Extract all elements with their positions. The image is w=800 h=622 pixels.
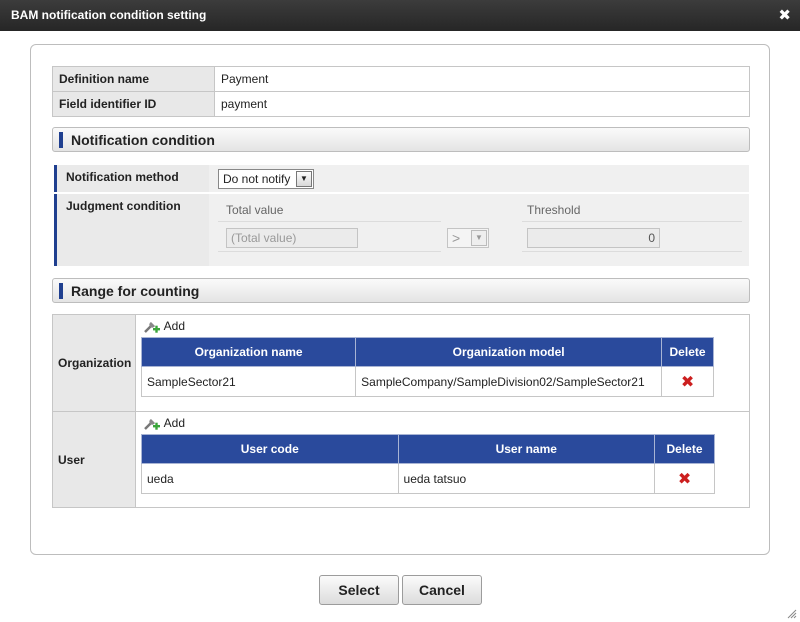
column-organization-model: Organization model <box>355 337 663 367</box>
user-grid: User code User name Delete ueda ueda tat… <box>141 434 715 494</box>
notification-section-header: Notification condition <box>52 127 750 152</box>
add-organization-label: Add <box>163 319 186 334</box>
cancel-button[interactable]: Cancel <box>402 575 482 605</box>
user-body: Add User code User name Delete ueda ueda… <box>141 412 749 507</box>
select-button[interactable]: Select <box>319 575 399 605</box>
divider <box>522 221 742 222</box>
column-user-code: User code <box>141 434 399 464</box>
table-row: ueda ueda tatsuo ✖ <box>141 463 715 494</box>
definition-name-label: Definition name <box>52 66 215 92</box>
judgment-condition-row: Judgment condition Total value Threshold… <box>54 194 749 266</box>
divider <box>522 251 742 252</box>
total-value-placeholder: (Total value) <box>231 231 297 245</box>
delete-icon[interactable]: ✖ <box>678 471 691 488</box>
definition-table: Definition name Payment Field identifier… <box>52 66 750 117</box>
delete-cell: ✖ <box>661 366 714 397</box>
add-icon <box>144 419 160 430</box>
user-code-cell: ueda <box>141 463 399 494</box>
window-title: BAM notification condition setting <box>11 8 207 22</box>
organization-body: Add Organization name Organization model… <box>140 315 749 411</box>
divider <box>218 221 441 222</box>
delete-icon[interactable]: ✖ <box>681 374 694 391</box>
user-label: User <box>53 412 136 507</box>
add-user-button[interactable]: Add <box>143 416 185 432</box>
field-id-value: payment <box>214 91 750 117</box>
organization-grid: Organization name Organization model Del… <box>140 337 714 397</box>
definition-name-row: Definition name Payment <box>52 66 750 92</box>
field-id-row: Field identifier ID payment <box>52 91 750 117</box>
organization-grid-header: Organization name Organization model Del… <box>140 337 714 367</box>
range-section-header: Range for counting <box>52 278 750 303</box>
operator-value: > <box>452 230 461 246</box>
notification-method-row: Notification method Do not notify ▼ <box>54 165 749 192</box>
user-row: User Add User code User name Delete ueda… <box>53 411 749 507</box>
definition-name-value: Payment <box>214 66 750 92</box>
column-delete: Delete <box>654 434 715 464</box>
judgment-condition-body: Total value Threshold (Total value) > ▼ … <box>214 194 749 266</box>
chevron-down-icon[interactable]: ▼ <box>296 171 312 187</box>
organization-name-cell: SampleSector21 <box>140 366 357 397</box>
delete-cell: ✖ <box>654 463 715 494</box>
threshold-label: Threshold <box>527 203 581 217</box>
organization-model-cell: SampleCompany/SampleDivision02/SampleSec… <box>355 366 663 397</box>
total-value-label: Total value <box>226 203 284 217</box>
organization-row: Organization Add Organization name Organ… <box>53 315 749 411</box>
organization-label: Organization <box>53 315 136 411</box>
table-row: SampleSector21 SampleCompany/SampleDivis… <box>140 366 714 397</box>
title-bar: BAM notification condition setting ✖ <box>0 0 800 31</box>
user-grid-header: User code User name Delete <box>141 434 715 464</box>
field-id-label: Field identifier ID <box>52 91 215 117</box>
close-icon[interactable]: ✖ <box>778 0 791 31</box>
judgment-condition-label: Judgment condition <box>54 194 209 266</box>
settings-panel: Definition name Payment Field identifier… <box>30 44 770 555</box>
user-name-cell: ueda tatsuo <box>397 463 656 494</box>
resize-grip-icon[interactable] <box>787 609 797 619</box>
threshold-value: 0 <box>648 231 655 245</box>
notification-method-select[interactable]: Do not notify ▼ <box>218 169 314 189</box>
operator-select[interactable]: > ▼ <box>447 228 489 248</box>
threshold-input[interactable]: 0 <box>527 228 660 248</box>
column-delete: Delete <box>661 337 714 367</box>
add-organization-button[interactable]: Add <box>143 319 185 335</box>
column-user-name: User name <box>397 434 656 464</box>
range-table: Organization Add Organization name Organ… <box>52 314 750 508</box>
divider <box>218 251 441 252</box>
notification-method-value: Do not notify <box>223 172 291 186</box>
add-user-label: Add <box>163 416 186 431</box>
chevron-down-icon[interactable]: ▼ <box>471 230 487 246</box>
notification-method-label: Notification method <box>54 165 209 192</box>
column-organization-name: Organization name <box>140 337 357 367</box>
total-value-input[interactable]: (Total value) <box>226 228 358 248</box>
add-icon <box>144 322 160 333</box>
